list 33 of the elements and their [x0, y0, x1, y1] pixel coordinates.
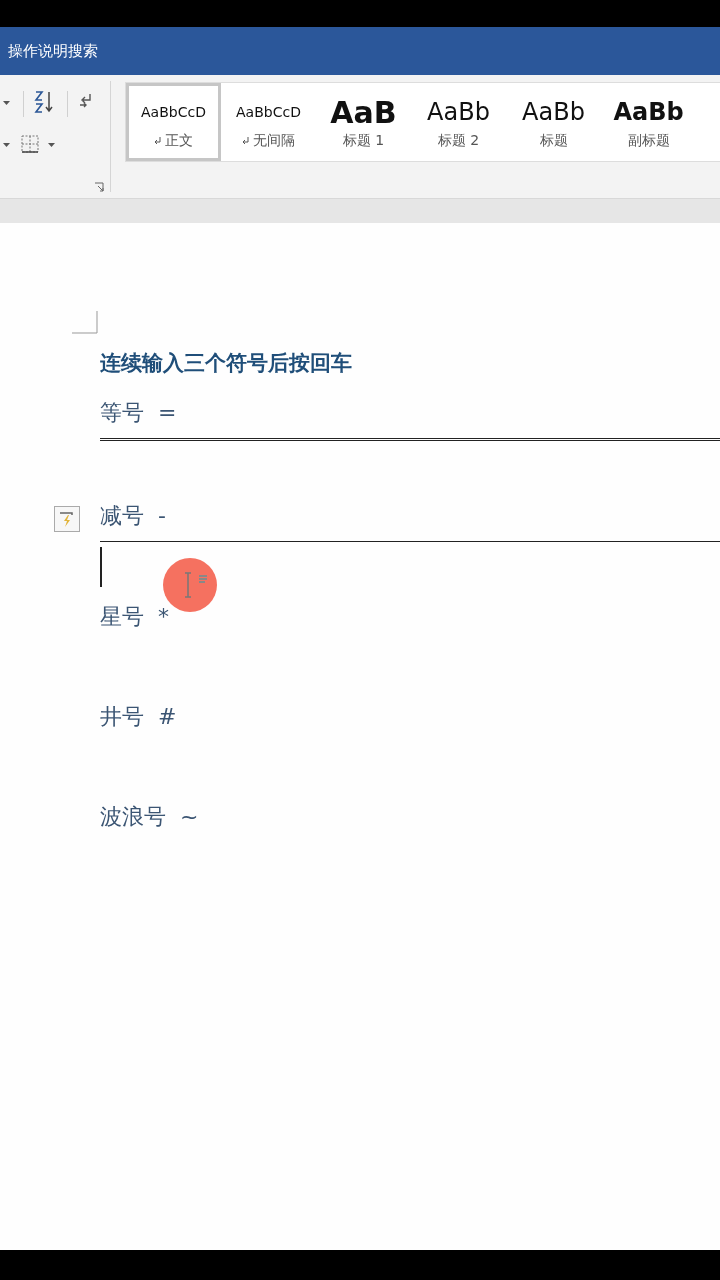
sort-icon[interactable] [34, 90, 54, 114]
style-label: 标题 1 [342, 132, 385, 150]
borders-icon[interactable] [21, 135, 39, 153]
style-item[interactable]: AaBb 副标题 [601, 83, 696, 161]
caret-icon[interactable] [3, 101, 10, 106]
caret-icon[interactable] [48, 143, 55, 148]
style-item[interactable]: AaBbCcD 无间隔 [221, 83, 316, 161]
style-sample: AaBb [613, 97, 684, 128]
margin-corner-icon [72, 311, 98, 334]
document-heading: 连续输入三个符号后按回车 [100, 350, 352, 377]
dialog-launcher-icon[interactable] [94, 182, 104, 192]
paragraph-text: 波浪号 ~ [100, 803, 199, 831]
autocorrect-options-icon[interactable] [54, 506, 80, 532]
style-sample: AaBb [427, 97, 490, 128]
style-label: 无间隔 [253, 132, 295, 150]
style-item[interactable]: AaB 标题 1 [316, 83, 411, 161]
style-sample: AaBbCcD [141, 103, 206, 122]
style-item[interactable]: AaBb 标题 2 [411, 83, 506, 161]
style-item[interactable]: AaBb 标题 [506, 83, 601, 161]
style-sample: AaB [330, 93, 397, 132]
style-label: 标题 2 [437, 132, 480, 150]
style-label: 正文 [165, 132, 193, 150]
paragraph-text: 减号 - [100, 502, 166, 530]
paragraph-text: 等号 = [100, 399, 177, 427]
caret-icon[interactable] [3, 143, 10, 148]
style-label: 副标题 [627, 132, 670, 150]
style-item[interactable]: AaBbCcD 正文 [126, 83, 221, 161]
search-label[interactable]: 操作说明搜索 [8, 41, 98, 61]
style-sample: AaBbCcD [236, 103, 301, 122]
paragraph-text: 井号 # [100, 703, 177, 731]
style-sample: AaBb [522, 97, 585, 128]
paragraph-text: 星号 * [100, 603, 169, 631]
style-label: 标题 [539, 132, 568, 150]
